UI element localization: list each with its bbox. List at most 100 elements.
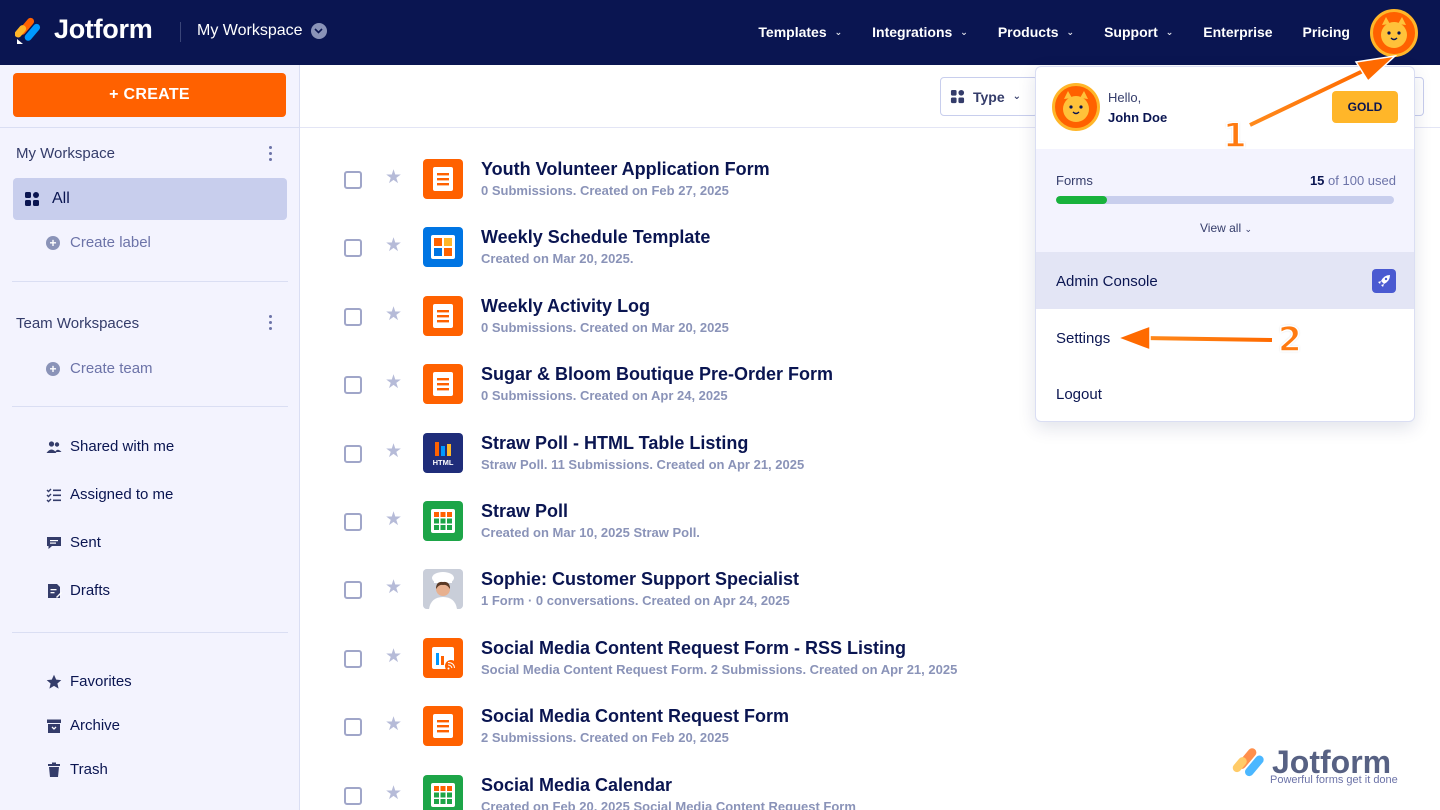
star-icon[interactable]: ★	[385, 236, 402, 256]
select-checkbox[interactable]	[344, 786, 362, 805]
chevron-down-icon: ⌄	[834, 26, 843, 37]
cat-avatar-icon	[1063, 91, 1089, 122]
my-workspace-heading: My Workspace	[16, 145, 115, 162]
ai-agent-avatar-icon	[423, 569, 463, 610]
sidebar: + CREATE My Workspace All + Create label…	[0, 65, 300, 810]
nav-products[interactable]: Products ⌄	[998, 24, 1074, 40]
view-all-link[interactable]: View all ⌄	[1036, 221, 1414, 235]
list-item[interactable]: ★ Straw Poll Created on Mar 10, 2025 Str…	[300, 479, 1440, 547]
menu-item-logout[interactable]: Logout	[1036, 366, 1414, 421]
sidebar-item-archive[interactable]: Archive	[46, 717, 120, 734]
sidebar-item-sent[interactable]: Sent	[46, 534, 101, 551]
star-icon[interactable]: ★	[385, 373, 402, 393]
plus-icon: +	[46, 235, 60, 250]
more-options-icon[interactable]	[262, 143, 278, 163]
form-title[interactable]: Sophie: Customer Support Specialist	[481, 569, 799, 590]
select-checkbox[interactable]	[344, 239, 362, 258]
star-icon[interactable]: ★	[385, 783, 402, 804]
form-title[interactable]: Weekly Schedule Template	[481, 227, 710, 248]
form-title[interactable]: Straw Poll	[481, 501, 568, 522]
form-title[interactable]: Youth Volunteer Application Form	[481, 159, 770, 180]
chevron-down-icon: ⌄	[1244, 224, 1253, 234]
list-item[interactable]: ★ Sophie: Customer Support Specialist 1 …	[300, 547, 1440, 615]
nav-integrations[interactable]: Integrations ⌄	[872, 24, 968, 40]
usage-label: Forms	[1056, 173, 1093, 188]
select-checkbox[interactable]	[344, 307, 362, 326]
table-icon	[423, 227, 463, 268]
star-icon	[46, 674, 62, 689]
form-title[interactable]: Social Media Calendar	[481, 775, 672, 796]
jotform-logo-icon[interactable]	[15, 16, 41, 44]
select-checkbox[interactable]	[344, 581, 362, 600]
team-workspaces-heading: Team Workspaces	[16, 315, 140, 332]
usage-progress-fill	[1056, 196, 1107, 204]
usage-count: 15 of 100 used	[1309, 173, 1396, 188]
star-icon[interactable]: ★	[385, 304, 402, 325]
plan-badge[interactable]: GOLD	[1332, 91, 1398, 123]
form-icon	[423, 364, 463, 405]
sidebar-item-all[interactable]: All	[13, 178, 287, 220]
form-meta: 0 Submissions. Created on Apr 24, 2025	[481, 388, 728, 404]
workspace-switcher-label: My Workspace	[197, 22, 303, 39]
nav-support[interactable]: Support ⌄	[1104, 24, 1173, 40]
star-icon[interactable]: ★	[385, 168, 402, 188]
sidebar-divider	[12, 281, 288, 282]
callout-number-2: 2	[1277, 319, 1302, 361]
callout-number-1: 1	[1222, 115, 1247, 157]
star-icon[interactable]: ★	[385, 509, 402, 530]
brand-name[interactable]: Jotform	[54, 14, 153, 45]
html-report-icon: HTML	[423, 432, 463, 473]
main-nav: Templates ⌄ Integrations ⌄ Products ⌄ Suppo…	[758, 24, 1350, 40]
sidebar-item-shared-with-me[interactable]: Shared with me	[46, 438, 174, 455]
type-filter-dropdown[interactable]: Type ⌄	[940, 77, 1038, 116]
sidebar-divider	[0, 127, 300, 128]
list-item[interactable]: ★ Social Media Content Request Form - RS…	[300, 616, 1440, 684]
form-meta: 1 Form · 0 conversations. Created on Apr…	[481, 593, 790, 609]
nav-divider	[180, 22, 181, 42]
form-title[interactable]: Sugar & Bloom Boutique Pre-Order Form	[481, 364, 833, 385]
grid-icon	[950, 89, 965, 104]
menu-item-settings[interactable]: Settings	[1036, 310, 1414, 366]
select-checkbox[interactable]	[344, 512, 362, 531]
message-icon	[47, 536, 61, 549]
checklist-icon	[46, 488, 61, 502]
select-checkbox[interactable]	[344, 718, 362, 737]
watermark-tagline: Powerful forms get it done	[1270, 774, 1398, 786]
select-checkbox[interactable]	[344, 444, 362, 463]
create-label-link[interactable]: + Create label	[46, 234, 151, 251]
form-meta: Social Media Content Request Form. 2 Sub…	[481, 661, 958, 677]
select-checkbox[interactable]	[344, 649, 362, 668]
user-avatar-button[interactable]	[1370, 9, 1418, 57]
nav-pricing[interactable]: Pricing	[1303, 24, 1350, 40]
list-item[interactable]: ★ Social Media Content Request Form 2 Su…	[300, 684, 1440, 752]
sidebar-item-favorites[interactable]: Favorites	[46, 673, 132, 690]
star-icon[interactable]: ★	[385, 578, 402, 598]
jotform-watermark: Jotform Powerful forms get it done	[1232, 744, 1412, 790]
star-icon[interactable]: ★	[385, 715, 402, 735]
archive-icon	[47, 719, 61, 733]
form-title[interactable]: Weekly Activity Log	[481, 296, 650, 317]
sidebar-item-assigned-to-me[interactable]: Assigned to me	[46, 486, 173, 503]
select-checkbox[interactable]	[344, 171, 362, 189]
form-title[interactable]: Social Media Content Request Form	[481, 706, 789, 727]
sidebar-item-trash[interactable]: Trash	[46, 761, 108, 778]
form-title[interactable]: Social Media Content Request Form - RSS …	[481, 638, 906, 659]
form-title[interactable]: Straw Poll - HTML Table Listing	[481, 433, 748, 454]
menu-item-admin-console[interactable]: Admin Console	[1036, 253, 1414, 309]
create-button[interactable]: + CREATE	[13, 73, 286, 117]
sidebar-divider	[12, 632, 288, 633]
workspace-switcher[interactable]: My Workspace	[197, 22, 327, 40]
select-checkbox[interactable]	[344, 376, 362, 395]
sidebar-item-drafts[interactable]: Drafts	[46, 582, 110, 599]
nav-enterprise[interactable]: Enterprise	[1203, 24, 1272, 40]
rocket-icon	[1372, 269, 1396, 293]
create-team-link[interactable]: + Create team	[46, 360, 153, 377]
chevron-down-icon: ⌄	[1066, 26, 1075, 37]
more-options-icon[interactable]	[262, 312, 278, 332]
star-icon[interactable]: ★	[385, 441, 402, 462]
draft-icon	[48, 583, 62, 598]
form-meta: Created on Feb 20, 2025 Social Media Con…	[481, 798, 856, 810]
star-icon[interactable]: ★	[385, 646, 402, 667]
plus-icon: +	[46, 361, 60, 376]
nav-templates[interactable]: Templates ⌄	[758, 24, 842, 40]
